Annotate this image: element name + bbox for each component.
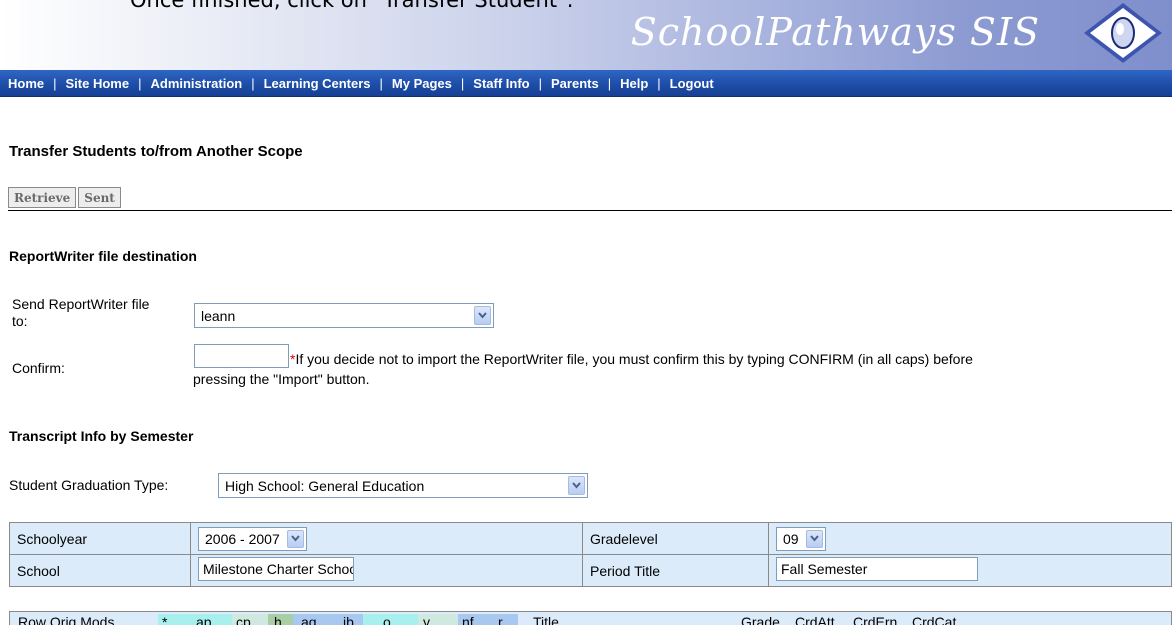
nav-separator: | <box>53 75 57 91</box>
schoolyear-select[interactable]: 2006 - 2007 <box>198 526 307 551</box>
mouse-logo-icon <box>1084 3 1162 63</box>
mod-code: ib <box>343 614 354 625</box>
school-cell: Milestone Charter Schoo <box>190 554 583 587</box>
nav-site-home[interactable]: Site Home <box>66 76 130 91</box>
schoolyear-value: 2006 - 2007 <box>205 530 280 547</box>
gradelevel-cell: 09 <box>768 522 1172 555</box>
nav-learning-centers[interactable]: Learning Centers <box>264 76 371 91</box>
column-crdatt: CrdAtt <box>795 614 835 625</box>
graduation-type-label: Student Graduation Type: <box>9 477 169 493</box>
chevron-down-icon[interactable] <box>568 476 585 495</box>
schoolyear-cell: 2006 - 2007 <box>190 522 583 555</box>
transcript-section-heading: Transcript Info by Semester <box>9 428 194 444</box>
confirm-label: Confirm: <box>12 360 65 376</box>
mod-code: nf <box>462 614 474 625</box>
brand-title: SchoolPathways SIS <box>630 10 1040 54</box>
period-title-label: Period Title <box>582 554 769 587</box>
reportwriter-section-heading: ReportWriter file destination <box>9 248 197 264</box>
nav-separator: | <box>607 75 612 91</box>
send-to-select[interactable]: leann <box>194 303 494 328</box>
mod-code: cp <box>236 614 251 625</box>
send-label-line1: Send ReportWriter file <box>12 296 150 312</box>
nav-administration[interactable]: Administration <box>150 76 242 91</box>
schoolyear-label: Schoolyear <box>9 522 191 555</box>
gradelevel-label: Gradelevel <box>582 522 769 555</box>
gradelevel-value: 09 <box>783 530 799 547</box>
period-title-input[interactable]: Fall Semester <box>776 557 978 581</box>
school-label: School <box>9 554 191 587</box>
nav-staff-info[interactable]: Staff Info <box>473 76 529 91</box>
transcript-columns-header: Row Orig Mods * ap cp h ag ib o y nf r T… <box>9 611 1172 625</box>
send-label-line2: to: <box>12 313 28 329</box>
chevron-down-icon[interactable] <box>286 529 304 548</box>
mod-code: r <box>498 614 503 625</box>
tab-sent[interactable]: Sent <box>78 187 121 208</box>
send-to-value: leann <box>201 308 236 324</box>
mod-code: o <box>383 614 391 625</box>
mod-code: h <box>274 614 282 625</box>
column-crdern: CrdErn <box>853 614 898 625</box>
chevron-down-icon[interactable] <box>805 529 823 548</box>
confirm-note-line2: pressing the "Import" button. <box>193 371 370 387</box>
semester-table: Schoolyear 2006 - 2007 Gradelevel 09 Sch… <box>9 522 1172 587</box>
nav-separator: | <box>460 75 465 91</box>
mod-code: ag <box>301 614 317 625</box>
graduation-type-select[interactable]: High School: General Education <box>218 473 588 498</box>
column-title: Title <box>533 614 559 625</box>
mod-chip-bg <box>158 614 232 625</box>
main-nav: Home | Site Home | Administration | Learnin… <box>0 70 1172 97</box>
mod-code: ap <box>196 614 212 625</box>
table-row: Schoolyear 2006 - 2007 Gradelevel 09 <box>9 522 1172 555</box>
mod-code: * <box>162 614 168 625</box>
tab-bar: Retrieve Sent <box>8 187 121 208</box>
confirm-note-line1: If you decide not to import the ReportWr… <box>295 351 973 367</box>
nav-separator: | <box>657 75 661 91</box>
confirm-note: *If you decide not to import the ReportW… <box>193 349 1172 389</box>
period-title-cell: Fall Semester <box>768 554 1172 587</box>
tab-retrieve[interactable]: Retrieve <box>8 187 77 208</box>
table-row: School Milestone Charter Schoo Period Ti… <box>9 554 1172 587</box>
graduation-type-value: High School: General Education <box>225 478 425 494</box>
mod-code: y <box>423 614 430 625</box>
nav-my-pages[interactable]: My Pages <box>392 76 452 91</box>
page-title: Transfer Students to/from Another Scope <box>9 143 303 160</box>
column-grade: Grade <box>741 614 780 625</box>
mods-row-label: Row Orig Mods <box>18 614 115 625</box>
nav-separator: | <box>538 75 543 91</box>
chevron-down-icon[interactable] <box>474 306 491 325</box>
nav-help[interactable]: Help <box>620 76 648 91</box>
gradelevel-select[interactable]: 09 <box>776 526 826 551</box>
nav-separator: | <box>379 75 383 91</box>
column-crdcat: CrdCat <box>912 614 957 625</box>
nav-home[interactable]: Home <box>8 76 44 91</box>
overlay-caption: Once finished, click on "Transfer Studen… <box>130 0 574 12</box>
tab-divider <box>8 210 1172 211</box>
nav-separator: | <box>138 75 142 91</box>
school-input[interactable]: Milestone Charter Schoo <box>198 557 354 581</box>
nav-separator: | <box>251 75 255 91</box>
nav-logout[interactable]: Logout <box>670 76 714 91</box>
nav-parents[interactable]: Parents <box>551 76 599 91</box>
